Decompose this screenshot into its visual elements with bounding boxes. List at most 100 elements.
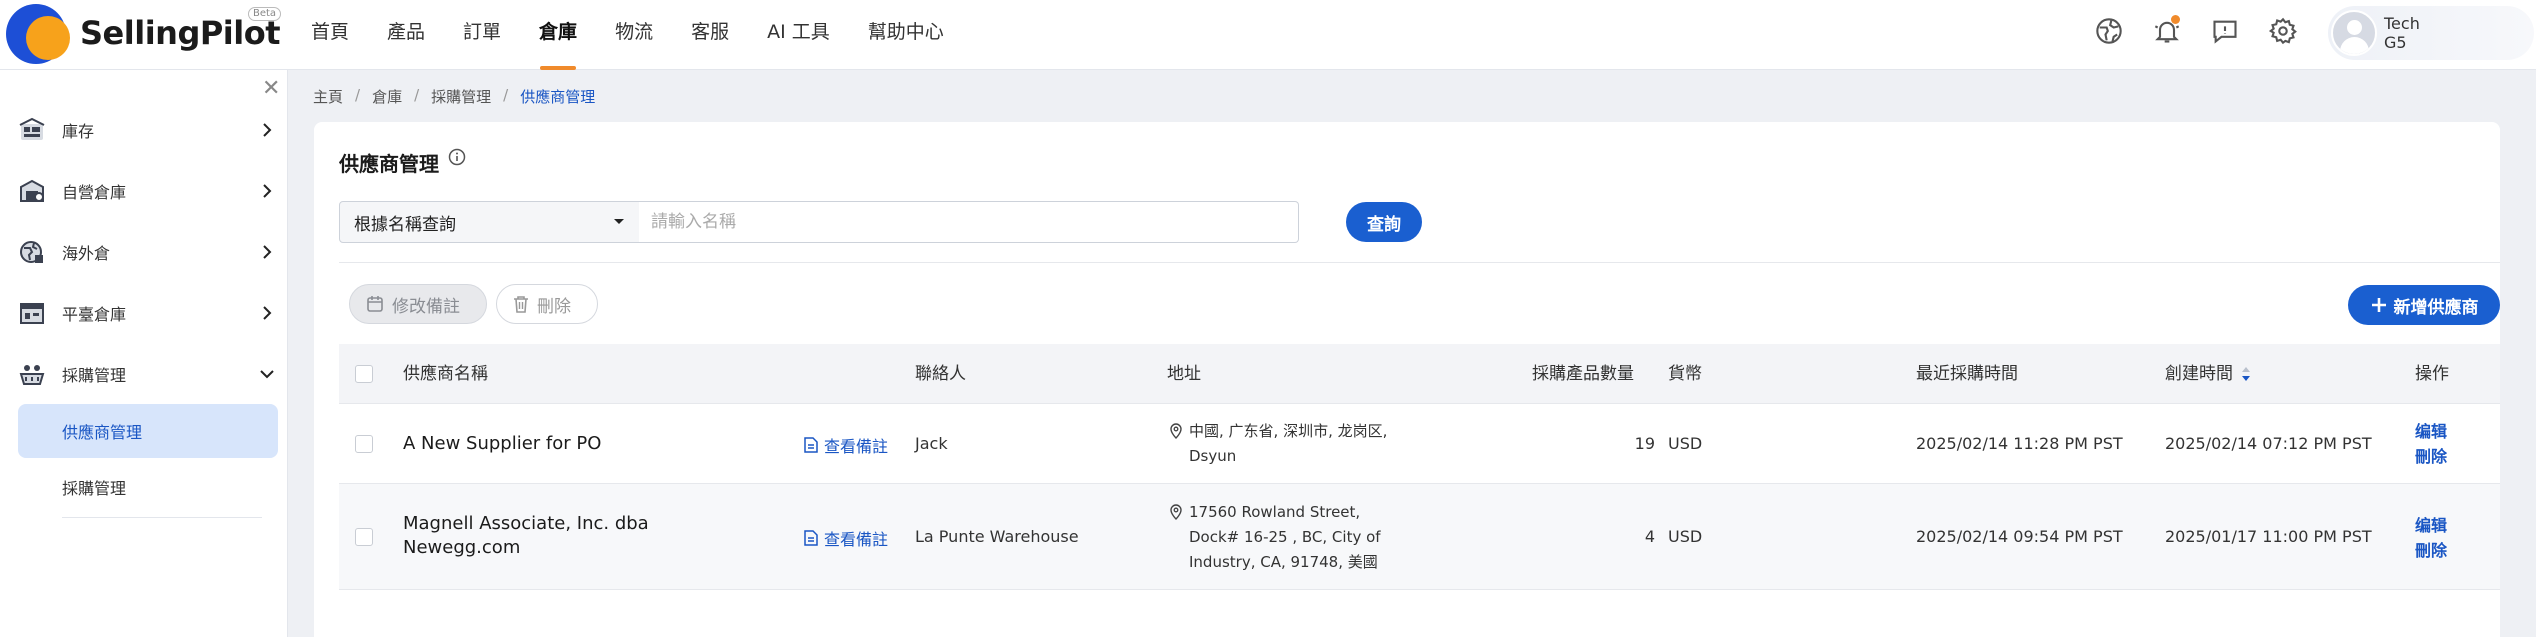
add-supplier-label: 新增供應商 xyxy=(2393,297,2479,318)
info-icon[interactable] xyxy=(448,148,466,166)
nav-item-ai-tools[interactable]: AI 工具 xyxy=(748,0,849,70)
message-icon[interactable] xyxy=(2206,12,2244,50)
column-header-supplier-name: 供應商名稱 xyxy=(403,364,488,384)
created-time: 2025/01/17 11:00 PM PST xyxy=(2165,527,2372,546)
main-nav: 首頁 產品 訂單 倉庫 物流 客服 AI 工具 幫助中心 xyxy=(292,0,963,70)
caret-down-icon xyxy=(614,219,624,224)
contact: La Punte Warehouse xyxy=(915,527,1079,546)
nav-item-warehouse[interactable]: 倉庫 xyxy=(520,0,596,70)
supplier-name: Magnell Associate, Inc. dba Newegg.com xyxy=(403,513,649,558)
created-time: 2025/02/14 07:12 PM PST xyxy=(2165,434,2372,453)
notification-dot xyxy=(2171,15,2180,24)
chevron-right-icon xyxy=(263,306,272,320)
row-checkbox[interactable] xyxy=(355,435,373,453)
main-card: 供應商管理 根據名稱查詢 查詢 修改備註 刪除 新增供應商 供應商名稱 聯絡人 … xyxy=(314,122,2500,637)
chevron-right-icon xyxy=(263,123,272,137)
page-title: 供應商管理 xyxy=(339,152,439,176)
purchase-qty: 4 xyxy=(1644,527,1655,546)
view-note-link[interactable]: 查看備註 xyxy=(804,433,888,457)
sidebar-item-own-warehouse[interactable]: 自營倉庫 xyxy=(18,169,280,213)
globe-icon[interactable] xyxy=(2090,12,2128,50)
currency: USD xyxy=(1668,527,1703,546)
last-purchase-time: 2025/02/14 11:28 PM PST xyxy=(1916,434,2123,453)
contact: Jack xyxy=(915,434,948,453)
sidebar: ✕ 庫存 自營倉庫 海外倉 平臺倉庫 採購管理 供應商管理 採購管理 xyxy=(0,70,288,637)
warehouse-icon xyxy=(20,179,44,202)
edit-note-button[interactable]: 修改備註 xyxy=(349,284,487,324)
row-checkbox[interactable] xyxy=(355,528,373,546)
plus-icon xyxy=(2371,298,2386,312)
nav-item-help-center[interactable]: 幫助中心 xyxy=(849,0,963,70)
column-header-purchase-qty: 採購產品數量 xyxy=(1532,364,1634,384)
purchase-qty: 19 xyxy=(1634,434,1655,453)
nav-item-logistics[interactable]: 物流 xyxy=(596,0,672,70)
user-menu[interactable]: Tech G5 xyxy=(2328,6,2534,60)
breadcrumb-separator: / xyxy=(503,86,509,104)
search-type-select[interactable]: 根據名稱查詢 xyxy=(339,201,640,243)
sidebar-item-platform-warehouse[interactable]: 平臺倉庫 xyxy=(18,291,280,335)
edit-note-label: 修改備註 xyxy=(392,296,460,317)
sidebar-subitem-purchase-management[interactable]: 採購管理 xyxy=(18,460,278,514)
avatar xyxy=(2331,10,2377,56)
table-header: 供應商名稱 聯絡人 地址 採購產品數量 貨幣 最近採購時間 創建時間 操作 xyxy=(339,344,2500,404)
trash-icon xyxy=(514,296,528,313)
column-header-currency: 貨幣 xyxy=(1668,364,1702,384)
chevron-right-icon xyxy=(263,245,272,259)
sort-icon[interactable] xyxy=(2241,366,2251,382)
breadcrumb-purchase-management[interactable]: 採購管理 xyxy=(431,86,491,107)
platform-warehouse-icon xyxy=(20,303,44,324)
beta-badge: Beta xyxy=(248,7,282,21)
inventory-icon xyxy=(19,117,45,140)
breadcrumb-separator: / xyxy=(414,86,420,104)
sidebar-item-purchase-management[interactable]: 採購管理 xyxy=(18,352,280,396)
top-bar: SellingPilot Beta 首頁 產品 訂單 倉庫 物流 客服 AI 工… xyxy=(0,0,2536,70)
search-input[interactable] xyxy=(639,201,1299,243)
table-row: A New Supplier for PO 查看備註 Jack 中國, 广东省,… xyxy=(339,404,2500,484)
column-header-last-purchase: 最近採購時間 xyxy=(1916,364,2018,384)
last-purchase-time: 2025/02/14 09:54 PM PST xyxy=(1916,527,2123,546)
document-icon xyxy=(804,437,818,453)
edit-link[interactable]: 编辑 xyxy=(2415,513,2447,538)
delete-link[interactable]: 刪除 xyxy=(2415,444,2447,469)
divider xyxy=(339,262,2500,263)
user-name: Tech G5 xyxy=(2384,14,2420,52)
supplier-name: A New Supplier for PO xyxy=(403,433,602,454)
sidebar-subitem-supplier-management[interactable]: 供應商管理 xyxy=(18,404,278,458)
delete-link[interactable]: 刪除 xyxy=(2415,538,2447,563)
select-all-checkbox[interactable] xyxy=(355,365,373,383)
delete-label: 刪除 xyxy=(537,296,571,317)
chevron-down-icon xyxy=(260,370,274,379)
view-note-link[interactable]: 查看備註 xyxy=(804,526,888,550)
sidebar-item-overseas-warehouse[interactable]: 海外倉 xyxy=(18,230,280,274)
purchase-icon xyxy=(19,365,45,385)
breadcrumb-current: 供應商管理 xyxy=(520,88,596,106)
sidebar-item-label: 庫存 xyxy=(62,122,95,141)
address: 17560 Rowland Street, Dock# 16-25 , BC, … xyxy=(1169,500,1381,575)
edit-link[interactable]: 编辑 xyxy=(2415,419,2447,444)
breadcrumb-warehouse[interactable]: 倉庫 xyxy=(372,86,402,107)
table-row: Magnell Associate, Inc. dba Newegg.com 查… xyxy=(339,484,2500,590)
breadcrumb-separator: / xyxy=(355,86,361,104)
nav-item-products[interactable]: 產品 xyxy=(368,0,444,70)
column-header-contact: 聯絡人 xyxy=(915,364,966,384)
sidebar-item-inventory[interactable]: 庫存 xyxy=(18,108,280,152)
nav-item-orders[interactable]: 訂單 xyxy=(444,0,520,70)
add-supplier-button[interactable]: 新增供應商 xyxy=(2348,285,2500,325)
nav-item-home[interactable]: 首頁 xyxy=(292,0,368,70)
column-header-address: 地址 xyxy=(1167,364,1201,384)
breadcrumb-home[interactable]: 主頁 xyxy=(313,86,343,107)
logo[interactable] xyxy=(6,4,78,66)
nav-item-customer-service[interactable]: 客服 xyxy=(672,0,748,70)
location-pin-icon xyxy=(1170,423,1182,439)
gear-icon[interactable] xyxy=(2264,12,2302,50)
delete-button[interactable]: 刪除 xyxy=(496,284,598,324)
column-header-created[interactable]: 創建時間 xyxy=(2165,344,2251,404)
currency: USD xyxy=(1668,434,1703,453)
search-button[interactable]: 查詢 xyxy=(1346,202,1422,242)
sidebar-item-label: 平臺倉庫 xyxy=(62,305,127,324)
overseas-warehouse-icon xyxy=(20,241,43,263)
bell-icon[interactable] xyxy=(2148,12,2186,50)
search-type-value: 根據名稱查詢 xyxy=(354,214,456,235)
top-icons xyxy=(2090,12,2302,50)
close-icon[interactable]: ✕ xyxy=(262,76,280,101)
